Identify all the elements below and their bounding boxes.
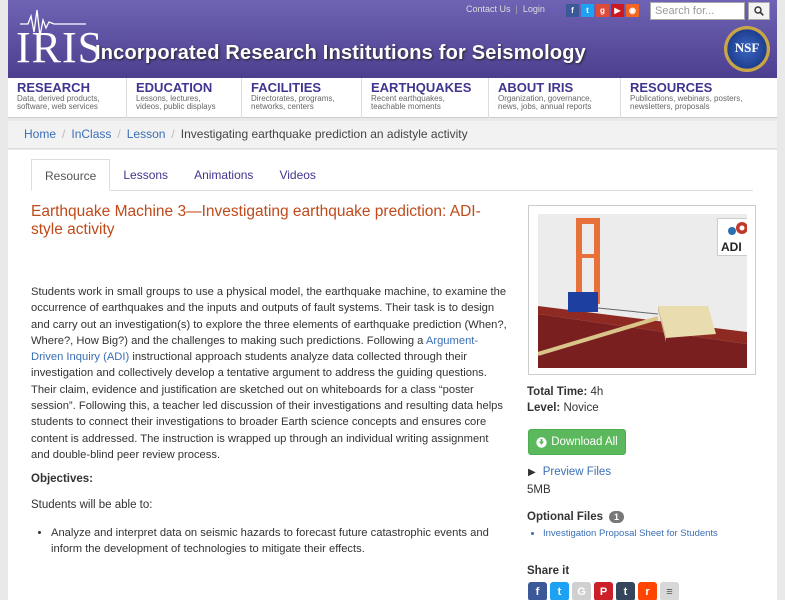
objective-item: Analyze and interpret data on seismic ha… xyxy=(51,525,491,557)
login-link[interactable]: Login xyxy=(523,4,545,14)
google-plus-icon[interactable]: g xyxy=(596,4,609,17)
top-links: Contact Us | Login xyxy=(466,4,545,14)
share-heading: Share it xyxy=(527,565,570,577)
nav-item-title: FACILITIES xyxy=(251,80,322,95)
breadcrumb-lesson[interactable]: Lesson xyxy=(127,127,166,148)
org-title[interactable]: Incorporated Research Institutions for S… xyxy=(95,42,586,65)
nav-item-title: EDUCATION xyxy=(136,80,213,95)
breadcrumb-inclass[interactable]: InClass xyxy=(71,127,111,148)
nav-item-resources[interactable]: RESOURCES Publications, webinars, poster… xyxy=(621,78,777,118)
preview-files-label: Preview Files xyxy=(542,466,612,478)
share-buttons: f t G P t r ≡ xyxy=(528,582,679,600)
breadcrumb: Home / InClass / Lesson / Investigating … xyxy=(8,121,777,149)
nav-item-title: RESOURCES xyxy=(630,80,713,95)
breadcrumb-divider: / xyxy=(62,127,66,141)
twitter-icon[interactable]: t xyxy=(550,582,569,600)
adi-badge-text: ADI xyxy=(721,240,742,254)
breadcrumb-current: Investigating earthquake prediction an a… xyxy=(180,127,468,141)
breadcrumb-home[interactable]: Home xyxy=(24,127,56,148)
search-input[interactable]: Search for... xyxy=(650,2,745,20)
page-title: Earthquake Machine 3—Investigating earth… xyxy=(31,203,481,238)
google-plus-icon[interactable]: G xyxy=(572,582,591,600)
breadcrumb-divider: / xyxy=(171,127,175,141)
resource-tabs: Resource Lessons Animations Videos xyxy=(31,159,753,191)
nsf-logo-text: NSF xyxy=(734,40,760,55)
preview-files-toggle[interactable]: ▶ Preview Files xyxy=(528,466,611,478)
nsf-logo[interactable]: NSF xyxy=(724,26,770,72)
site-header: IRIS Incorporated Research Institutions … xyxy=(8,0,777,78)
facebook-icon[interactable]: f xyxy=(566,4,579,17)
caret-right-icon: ▶ xyxy=(528,466,536,478)
contact-us-link[interactable]: Contact Us xyxy=(466,4,511,14)
breadcrumb-divider: / xyxy=(117,127,121,141)
level-value: Novice xyxy=(563,402,599,414)
resource-thumbnail[interactable]: ADI xyxy=(528,205,756,375)
nav-item-title: RESEARCH xyxy=(17,80,90,95)
main-content: Resource Lessons Animations Videos Earth… xyxy=(8,150,777,600)
description-text: Students work in small groups to use a p… xyxy=(31,284,507,463)
social-links: f t g ▶ ◉ xyxy=(566,4,639,17)
optional-files-count-badge: 1 xyxy=(609,511,625,523)
main-nav: RESEARCH Data, derived products, softwar… xyxy=(8,78,777,118)
rss-icon[interactable]: ◉ xyxy=(626,4,639,17)
nav-item-education[interactable]: EDUCATION Lessons, lectures, videos, pub… xyxy=(127,78,242,118)
nav-item-subtitle: news, jobs, annual reports xyxy=(498,102,592,111)
optional-file-link[interactable]: Investigation Proposal Sheet for Student… xyxy=(543,528,718,539)
nav-item-subtitle: networks, centers xyxy=(251,102,314,111)
tumblr-icon[interactable]: t xyxy=(616,582,635,600)
nav-item-facilities[interactable]: FACILITIES Directorates, programs, netwo… xyxy=(242,78,362,118)
youtube-icon[interactable]: ▶ xyxy=(611,4,624,17)
tab-resource[interactable]: Resource xyxy=(31,159,111,191)
earthquake-machine-image: ADI xyxy=(538,214,747,368)
search-button[interactable] xyxy=(748,2,770,20)
adi-badge: ADI xyxy=(717,218,747,256)
nav-item-title: EARTHQUAKES xyxy=(371,80,472,95)
download-icon xyxy=(536,436,547,448)
tab-lessons[interactable]: Lessons xyxy=(110,159,181,191)
reddit-icon[interactable]: r xyxy=(638,582,657,600)
nav-item-title: ABOUT IRIS xyxy=(498,80,574,95)
file-size: 5MB xyxy=(527,484,551,496)
more-icon[interactable]: ≡ xyxy=(660,582,679,600)
total-time-value: 4h xyxy=(590,386,604,398)
nav-item-subtitle: software, web services xyxy=(17,102,98,111)
pinterest-icon[interactable]: P xyxy=(594,582,613,600)
nav-item-subtitle: newsletters, proposals xyxy=(630,102,710,111)
level-label: Level: xyxy=(527,402,561,414)
total-time: Total Time: 4h xyxy=(527,386,603,398)
facebook-icon[interactable]: f xyxy=(528,582,547,600)
objectives-intro: Students will be able to: xyxy=(31,499,153,511)
nav-item-about-iris[interactable]: ABOUT IRIS Organization, governance, new… xyxy=(489,78,621,118)
search-icon xyxy=(754,6,764,16)
iris-logo-text[interactable]: IRIS xyxy=(16,22,103,73)
level: Level: Novice xyxy=(527,402,599,414)
tab-videos[interactable]: Videos xyxy=(266,159,328,191)
top-links-divider: | xyxy=(515,4,518,14)
optional-files-heading: Optional Files 1 xyxy=(527,511,625,523)
tab-animations[interactable]: Animations xyxy=(181,159,266,191)
optional-files-label: Optional Files xyxy=(527,511,604,523)
objectives-heading: Objectives: xyxy=(31,473,93,485)
objectives-list: Analyze and interpret data on seismic ha… xyxy=(51,525,491,557)
adi-gear-icon: ADI xyxy=(721,222,747,254)
nav-item-subtitle: videos, public displays xyxy=(136,102,216,111)
total-time-label: Total Time: xyxy=(527,386,588,398)
nav-item-research[interactable]: RESEARCH Data, derived products, softwar… xyxy=(8,78,127,118)
download-all-label: Download All xyxy=(551,436,618,448)
optional-files-list: Investigation Proposal Sheet for Student… xyxy=(543,528,718,539)
download-all-button[interactable]: Download All xyxy=(528,429,626,455)
twitter-icon[interactable]: t xyxy=(581,4,594,17)
nav-item-earthquakes[interactable]: EARTHQUAKES Recent earthquakes, teachabl… xyxy=(362,78,489,118)
earthquake-machine-illustration-icon xyxy=(538,214,747,368)
nav-item-subtitle: teachable moments xyxy=(371,102,441,111)
description-part: instructional approach students analyze … xyxy=(31,351,503,461)
